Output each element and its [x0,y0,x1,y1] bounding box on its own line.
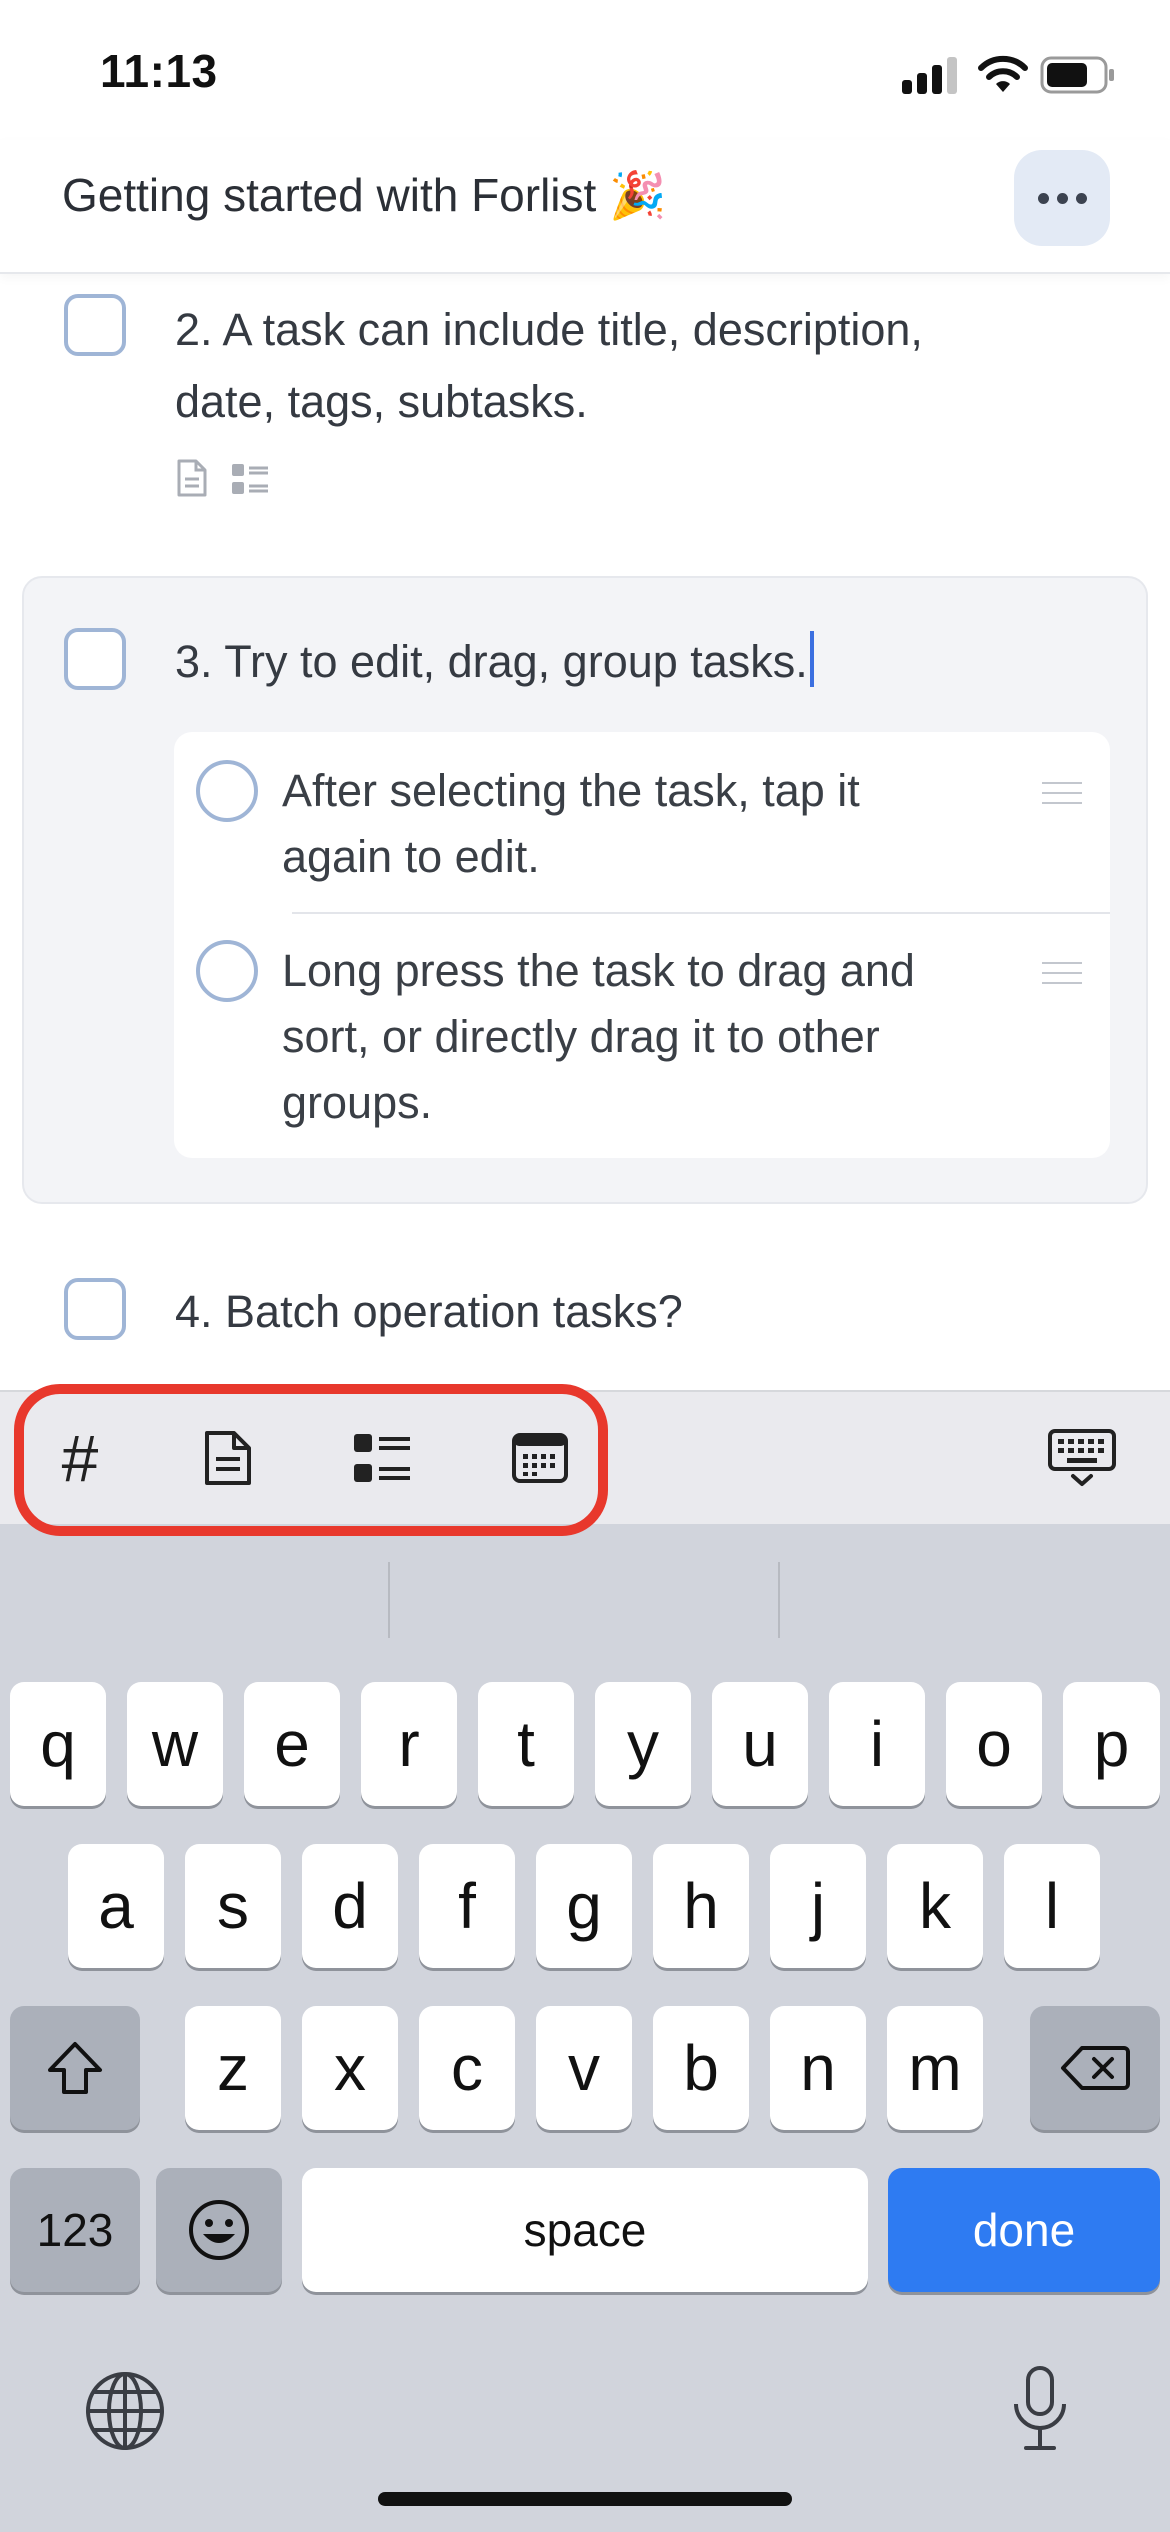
key-b[interactable]: b [653,2006,749,2130]
key-i[interactable]: i [829,1682,925,1806]
subtask-checkbox[interactable] [196,940,258,1002]
key-f[interactable]: f [419,1844,515,1968]
subtask-checkbox[interactable] [196,760,258,822]
key-q[interactable]: q [10,1682,106,1806]
space-key[interactable]: space [302,2168,868,2292]
task-title-line[interactable]: date, tags, subtasks. [175,366,588,438]
key-k[interactable]: k [887,1844,983,1968]
battery-icon [1040,56,1114,94]
checklist-icon [354,1434,410,1482]
shift-icon [48,2042,102,2094]
subtask-divider [292,912,1110,914]
key-v[interactable]: v [536,2006,632,2130]
subtask-text-line[interactable]: After selecting the task, tap it [282,758,860,824]
document-icon [205,1431,251,1485]
emoji-icon [189,2200,249,2260]
key-h[interactable]: h [653,1844,749,1968]
done-key[interactable]: done [888,2168,1160,2292]
task-title-line[interactable]: 2. A task can include title, description… [175,294,923,366]
editor-toolbar [0,1390,1170,1524]
keyboard-hide-icon [1048,1429,1116,1486]
text-cursor [809,631,814,687]
task-title-editing[interactable]: 3. Try to edit, drag, group tasks. [175,626,814,698]
home-indicator [378,2492,792,2506]
key-l[interactable]: l [1004,1844,1100,1968]
description-icon [177,459,207,497]
more-dot-icon [1075,192,1087,204]
dismiss-keyboard-button[interactable] [1040,1420,1124,1496]
subtask-text-line[interactable]: groups. [282,1070,432,1136]
key-p[interactable]: p [1063,1682,1160,1806]
key-g[interactable]: g [536,1844,632,1968]
drag-handle-icon[interactable] [1042,962,1082,984]
key-a[interactable]: a [68,1844,164,1968]
task-title-text: 3. Try to edit, drag, group tasks. [175,636,808,687]
task-title[interactable]: 4. Batch operation tasks? [175,1276,683,1348]
suggestion-divider [778,1562,780,1638]
numbers-key[interactable]: 123 [10,2168,140,2292]
status-time: 11:13 [100,45,218,97]
key-x[interactable]: x [302,2006,398,2130]
cellular-signal-icon [902,57,957,94]
key-o[interactable]: o [946,1682,1042,1806]
backspace-key[interactable] [1030,2006,1160,2130]
more-dot-icon [1037,192,1049,204]
key-r[interactable]: r [361,1682,457,1806]
wifi-icon [978,55,1028,92]
key-t[interactable]: t [478,1682,574,1806]
calendar-icon [512,1433,568,1483]
globe-icon[interactable] [84,2370,166,2452]
key-s[interactable]: s [185,1844,281,1968]
key-w[interactable]: w [127,1682,223,1806]
key-c[interactable]: c [419,2006,515,2130]
subtask-text-line[interactable]: again to edit. [282,824,540,890]
key-n[interactable]: n [770,2006,866,2130]
key-d[interactable]: d [302,1844,398,1968]
more-options-button[interactable] [1014,150,1110,246]
microphone-icon[interactable] [1010,2364,1070,2454]
subtasks-icon [232,464,268,494]
description-button[interactable] [190,1420,266,1496]
task-checkbox[interactable] [64,294,126,356]
drag-handle-icon[interactable] [1042,782,1082,804]
task-checkbox[interactable] [64,628,126,690]
backspace-icon [1061,2046,1130,2090]
hash-icon: # [61,1421,99,1495]
key-z[interactable]: z [185,2006,281,2130]
page-title: Getting started with Forlist 🎉 [62,169,667,221]
key-y[interactable]: y [595,1682,691,1806]
key-j[interactable]: j [770,1844,866,1968]
subtask-text-line[interactable]: Long press the task to drag and [282,938,915,1004]
shift-key[interactable] [10,2006,140,2130]
emoji-key[interactable] [156,2168,282,2292]
more-dot-icon [1056,192,1068,204]
tag-button[interactable]: # [42,1420,118,1496]
subtasks-button[interactable] [344,1420,420,1496]
key-u[interactable]: u [712,1682,808,1806]
date-button[interactable] [502,1420,578,1496]
suggestion-divider [388,1562,390,1638]
subtask-text-line[interactable]: sort, or directly drag it to other [282,1004,880,1070]
key-e[interactable]: e [244,1682,340,1806]
key-m[interactable]: m [887,2006,983,2130]
task-checkbox[interactable] [64,1278,126,1340]
